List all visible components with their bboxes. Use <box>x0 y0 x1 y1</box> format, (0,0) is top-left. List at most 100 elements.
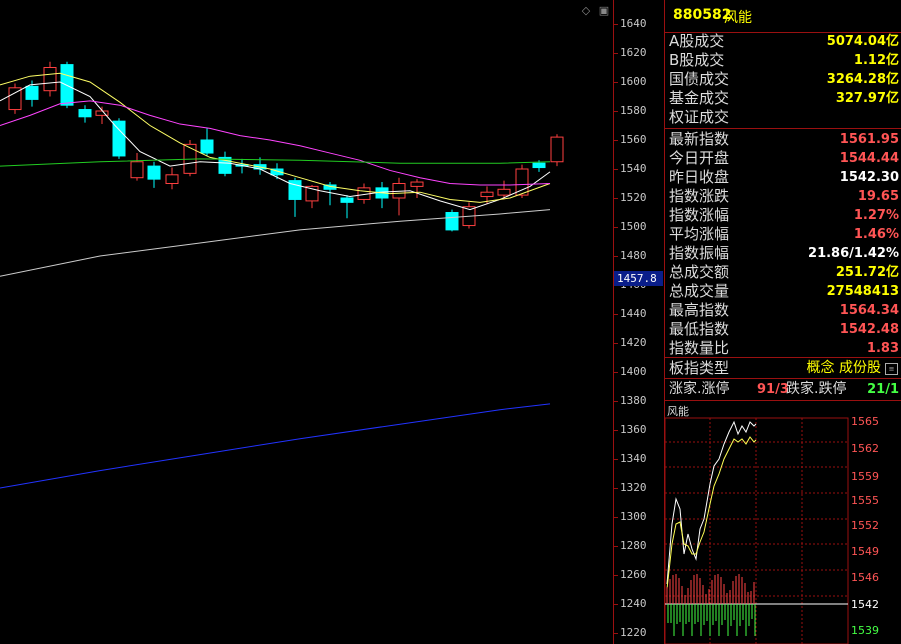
axis-tick: 1500 <box>614 220 647 233</box>
quote-row: 平均涨幅 1.46% <box>669 225 899 244</box>
quote-row: B股成交 1.12亿 <box>669 51 899 70</box>
quote-value: 251.72亿 <box>835 265 899 280</box>
axis-tick: 1620 <box>614 46 647 59</box>
quote-row: 最新指数 1561.95 <box>669 130 899 149</box>
intraday-minichart[interactable]: 风能 1565 1562 1559 1555 1552 1549 1546 1542 1539 <box>664 404 901 644</box>
quote-label: 昨日收盘 <box>669 168 730 186</box>
quote-label: 指数量比 <box>669 339 730 357</box>
quote-row: 指数振幅 21.86/1.42% <box>669 244 899 263</box>
axis-tick: 1560 <box>614 133 647 146</box>
candle-body <box>410 181 424 187</box>
axis-tick: 1640 <box>614 17 647 30</box>
axis-tick: 1340 <box>614 452 647 465</box>
mini-tick: 1555 <box>851 494 879 507</box>
mini-title: 风能 <box>667 404 689 418</box>
quote-label: 指数涨幅 <box>669 206 730 224</box>
quote-label: 今日开盘 <box>669 149 730 167</box>
mini-tick: 1542 <box>851 598 879 611</box>
axis-tick: 1320 <box>614 481 647 494</box>
quote-label: 总成交额 <box>669 263 730 281</box>
quote-row: 最高指数 1564.34 <box>669 301 899 320</box>
quote-value: 1.27% <box>853 208 899 223</box>
row-type: 板指类型 概念 成份股 ≡ <box>669 359 899 378</box>
quote-value: 27548413 <box>826 284 899 299</box>
candle-body <box>25 85 39 100</box>
quote-value: 21.86/1.42% <box>808 246 899 261</box>
price-axis: 1640162016001580156015401520150014801460… <box>613 0 664 644</box>
quote-row: 指数涨跌 19.65 <box>669 187 899 206</box>
quote-value: 3264.28亿 <box>826 72 899 87</box>
updown-label2: 跌家.跌停 <box>786 381 847 397</box>
quote-value: 1542.30 <box>839 170 899 185</box>
quote-row: A股成交 5074.04亿 <box>669 32 899 51</box>
quote-label: 权证成交 <box>669 108 730 126</box>
quote-row: 昨日收盘 1542.30 <box>669 168 899 187</box>
axis-tick: 1580 <box>614 104 647 117</box>
mini-tick: 1562 <box>851 442 879 455</box>
candle-body <box>480 191 494 198</box>
mini-tick: 1546 <box>851 571 879 584</box>
quote-label: 总成交量 <box>669 282 730 300</box>
row-updown: 涨家.涨停 91/3 跌家.跌停 21/1 <box>669 380 899 399</box>
quote-label: 指数振幅 <box>669 244 730 262</box>
axis-tick: 1220 <box>614 626 647 639</box>
cursor-value: 1457.8 <box>614 271 663 286</box>
index-title[interactable]: 880582 风能 <box>665 0 901 33</box>
quote-label: 最低指数 <box>669 320 730 338</box>
candle-body <box>340 197 354 203</box>
quote-value: 5074.04亿 <box>826 34 899 49</box>
candle-body <box>497 188 511 196</box>
quote-value: 1.83 <box>866 341 899 356</box>
axis-tick: 1260 <box>614 568 647 581</box>
quote-row: 最低指数 1542.48 <box>669 320 899 339</box>
quote-label: A股成交 <box>669 32 725 50</box>
axis-tick: 1280 <box>614 539 647 552</box>
quote-label: 平均涨幅 <box>669 225 730 243</box>
diamond-icon[interactable]: ◇ <box>580 5 592 17</box>
mini-tick: 1549 <box>851 545 879 558</box>
candle-body <box>112 120 126 157</box>
quote-value: 1.46% <box>853 227 899 242</box>
candle-body <box>43 67 57 92</box>
candle-body <box>165 174 179 185</box>
quote-value: 1544.44 <box>839 151 899 166</box>
mini-tick: 1559 <box>851 470 879 483</box>
axis-tick: 1400 <box>614 365 647 378</box>
quote-value: 1564.34 <box>839 303 899 318</box>
quote-value: 1542.48 <box>839 322 899 337</box>
quote-row: 总成交量 27548413 <box>669 282 899 301</box>
axis-tick: 1480 <box>614 249 647 262</box>
axis-tick: 1440 <box>614 307 647 320</box>
quote-value: 19.65 <box>857 189 899 204</box>
mini-tick: 1539 <box>851 624 879 637</box>
quote-value: 1.12亿 <box>853 53 899 68</box>
quote-row: 国债成交 3264.28亿 <box>669 70 899 89</box>
kline-chart[interactable] <box>0 0 613 644</box>
axis-tick: 1420 <box>614 336 647 349</box>
candle-body <box>445 212 459 231</box>
axis-tick: 1240 <box>614 597 647 610</box>
type-label: 板指类型 <box>669 359 730 377</box>
mini-tick: 1565 <box>851 415 879 428</box>
mini-price-line <box>666 420 757 585</box>
type-value: 概念 成份股 <box>806 360 881 376</box>
quote-label: 指数涨跌 <box>669 187 730 205</box>
candle-body <box>78 109 92 118</box>
square-icon[interactable]: ▣ <box>598 5 610 17</box>
axis-tick: 1540 <box>614 162 647 175</box>
list-icon[interactable]: ≡ <box>885 363 898 375</box>
quote-row: 权证成交 <box>669 108 899 127</box>
candle-body <box>147 165 161 180</box>
axis-tick: 1600 <box>614 75 647 88</box>
updown-value2: 21/1 <box>867 382 899 397</box>
updown-value1: 91/3 <box>757 382 789 397</box>
candle-body <box>130 161 144 179</box>
mini-tick: 1552 <box>851 519 879 532</box>
axis-tick: 1360 <box>614 423 647 436</box>
quote-label: B股成交 <box>669 51 725 69</box>
quote-row: 今日开盘 1544.44 <box>669 149 899 168</box>
quote-row: 基金成交 327.97亿 <box>669 89 899 108</box>
ma60-line <box>0 158 551 167</box>
candle-body <box>200 139 214 154</box>
ma250-line <box>0 403 551 489</box>
